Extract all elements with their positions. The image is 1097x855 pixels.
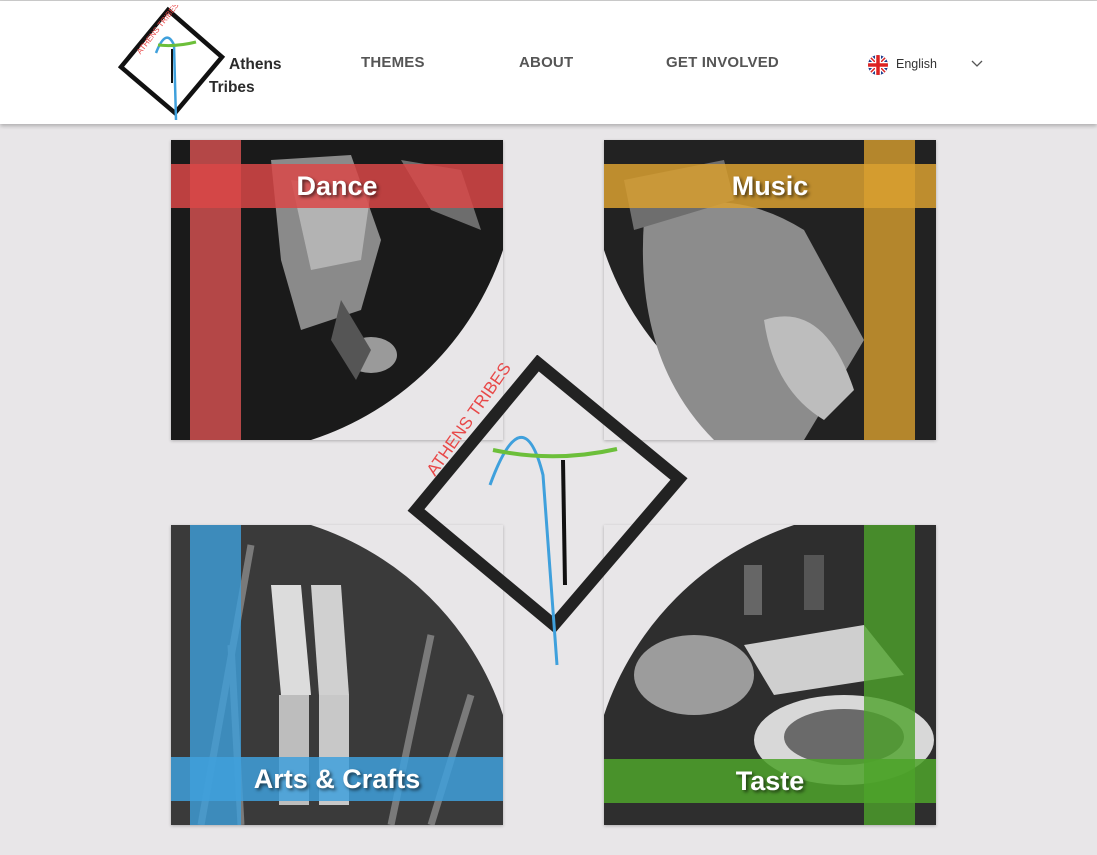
music-title: Music <box>731 171 809 201</box>
dance-title: Dance <box>296 171 378 201</box>
site-header: ATHENS TRIBES Athens Tribes THEMES ABOUT… <box>0 1 1097 124</box>
brand-name-line2: Tribes <box>209 79 255 96</box>
nav-get-involved[interactable]: GET INVOLVED <box>666 54 779 71</box>
uk-flag-icon <box>868 55 888 75</box>
language-label: English <box>896 57 937 71</box>
brand-name-line1: Athens <box>229 56 282 73</box>
athens-tribes-logo[interactable]: ATHENS TRIBES <box>118 5 228 123</box>
arts-crafts-title: Arts & Crafts <box>253 764 421 794</box>
athens-tribes-center-logo: ATHENS TRIBES <box>407 355 688 666</box>
chevron-down-icon[interactable] <box>970 58 984 70</box>
taste-title: Taste <box>735 766 805 796</box>
nav-themes[interactable]: THEMES <box>361 54 425 71</box>
language-selector[interactable]: English <box>868 53 988 77</box>
nav-about[interactable]: ABOUT <box>519 54 573 71</box>
